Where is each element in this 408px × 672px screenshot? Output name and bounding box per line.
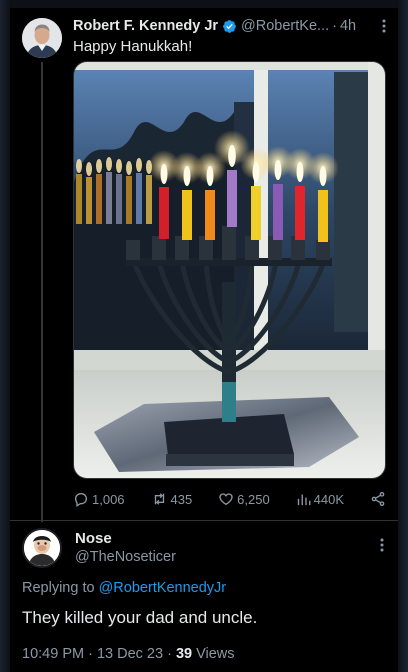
reply-button[interactable]: 1,006 — [73, 491, 125, 507]
repost-icon — [154, 493, 164, 505]
replying-to-handle-link[interactable]: @RobertKennedyJr — [99, 580, 227, 596]
reply-more-options-icon[interactable] — [380, 538, 384, 555]
share-button[interactable] — [370, 491, 386, 507]
reply-author-avatar[interactable] — [22, 528, 62, 568]
more-options-icon[interactable] — [382, 19, 386, 36]
tweet-time[interactable]: 4h — [340, 18, 356, 34]
heart-icon — [219, 493, 233, 506]
timeline-panel: Robert F. Kennedy Jr @RobertKe... · 4h H… — [10, 8, 398, 672]
tweet-divider — [10, 520, 398, 521]
reply-text: They killed your dad and uncle. — [22, 608, 258, 627]
views-count: 440K — [313, 491, 345, 507]
reply-author-handle[interactable]: @TheNoseticer — [75, 549, 176, 565]
like-count: 6,250 — [237, 491, 270, 507]
menorah-photo-illustration — [74, 62, 385, 478]
tweet-text: Happy Hanukkah! — [73, 38, 193, 55]
reply-views-count: 39 — [175, 646, 193, 662]
views-chart-icon — [297, 494, 311, 505]
replying-to-prefix: Replying to — [22, 580, 95, 596]
repost-button[interactable]: 435 — [151, 491, 193, 507]
thread-connector-line — [41, 62, 43, 522]
verified-badge-icon — [222, 19, 237, 34]
reply-author-avatar-image — [24, 530, 60, 566]
author-avatar-image — [22, 18, 62, 58]
author-name[interactable]: Robert F. Kennedy Jr — [73, 18, 218, 34]
tweet-header: Robert F. Kennedy Jr @RobertKe... · 4h — [73, 16, 390, 36]
reply-views-label: Views — [192, 646, 235, 662]
reply-count: 1,006 — [92, 491, 125, 507]
separator-dot: · — [332, 18, 337, 34]
author-handle[interactable]: @RobertKe... — [241, 18, 329, 34]
tweet-photo[interactable] — [73, 61, 386, 479]
tweet-action-bar: 1,006 435 6,250 440K — [73, 488, 386, 510]
reply-metadata: 10:49 PM · 13 Dec 23 · 39 Views — [22, 646, 235, 662]
repost-count: 435 — [170, 491, 193, 507]
reply-timestamp[interactable]: 10:49 PM · 13 Dec 23 · — [22, 646, 176, 662]
replying-to-line: Replying to @RobertKennedyJr — [22, 580, 226, 596]
reply-author-name[interactable]: Nose — [75, 530, 112, 547]
share-icon — [371, 492, 385, 506]
like-button[interactable]: 6,250 — [218, 491, 270, 507]
reply-icon — [74, 493, 88, 507]
views-button[interactable]: 440K — [296, 492, 344, 507]
author-avatar[interactable] — [22, 18, 62, 58]
